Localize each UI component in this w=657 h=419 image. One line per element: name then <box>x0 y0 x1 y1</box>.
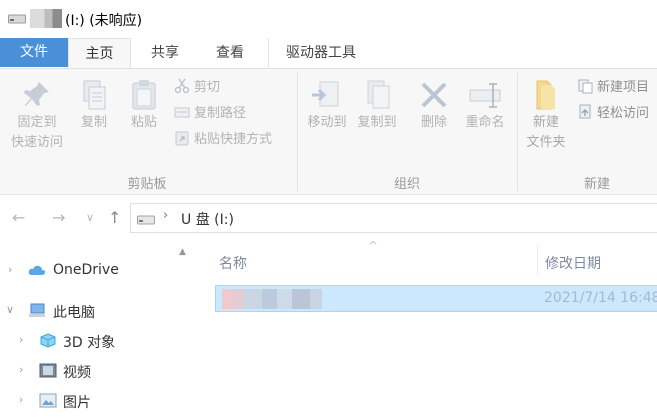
copy-path-label: 复制路径 <box>194 106 247 121</box>
easy-access-label: 轻松访问 <box>597 106 650 121</box>
redacted-file-name <box>222 289 322 309</box>
move-to-button[interactable]: 移动到 <box>302 79 352 133</box>
column-header-modified[interactable]: 修改日期 <box>545 253 601 273</box>
nav-item-3d-objects[interactable]: › 3D 对象 <box>0 327 176 355</box>
nav-item-label: 图片 <box>63 395 91 411</box>
pictures-icon <box>39 393 57 408</box>
new-group-label: 新建 <box>583 177 610 192</box>
ribbon-panel: 固定到 快速访问 复制 粘贴 剪切 复制路径 粘贴快捷方式 剪贴板 移动到 复制… <box>0 68 657 195</box>
videos-icon <box>39 363 57 378</box>
nav-item-this-pc[interactable]: ∨ 此电脑 <box>0 297 176 325</box>
nav-item-label: 视频 <box>63 365 91 381</box>
new-folder-label-1: 新建 <box>532 115 559 130</box>
file-list: ^ 名称 修改日期 2021/7/14 16:48 <box>194 239 657 419</box>
nav-item-label: 此电脑 <box>53 305 95 321</box>
redacted-title-prefix <box>30 9 62 28</box>
pin-label-1: 固定到 <box>17 115 57 130</box>
recent-locations-chevron-icon[interactable]: ∨ <box>86 211 94 224</box>
new-folder-label-2: 文件夹 <box>526 135 566 150</box>
move-to-icon <box>312 81 339 107</box>
pin-to-quick-access-button[interactable]: 固定到 快速访问 <box>4 79 70 153</box>
nav-item-label: 3D 对象 <box>63 335 116 351</box>
ribbon-separator <box>297 73 298 191</box>
pin-icon <box>24 82 49 106</box>
nav-item-videos[interactable]: › 视频 <box>0 357 176 385</box>
up-arrow-icon[interactable]: ↑ <box>108 208 121 227</box>
new-folder-button[interactable]: 新建 文件夹 <box>519 79 573 153</box>
window-title: (I:) (未响应) <box>65 13 143 29</box>
expand-chevron-icon[interactable]: › <box>19 333 23 346</box>
tab-view[interactable]: 查看 <box>200 38 260 68</box>
usb-drive-icon <box>8 14 26 24</box>
expand-chevron-icon[interactable]: › <box>19 363 23 376</box>
organize-group-label: 组织 <box>393 177 420 192</box>
forward-arrow-icon[interactable]: → <box>52 208 65 227</box>
pin-label-2: 快速访问 <box>10 135 63 150</box>
cut-button[interactable]: 剪切 <box>174 78 220 98</box>
title-bar: (I:) (未响应) <box>0 0 657 38</box>
collapse-chevron-icon[interactable]: ∨ <box>6 303 14 316</box>
rename-icon <box>469 83 501 108</box>
tab-home[interactable]: 主页 <box>68 38 131 69</box>
scissors-icon <box>174 78 190 94</box>
expand-chevron-icon[interactable]: › <box>19 393 23 406</box>
column-divider[interactable] <box>537 245 538 275</box>
move-to-label: 移动到 <box>307 115 347 130</box>
usb-drive-icon <box>137 215 155 225</box>
ribbon-separator <box>517 73 518 191</box>
table-row[interactable]: 2021/7/14 16:48 <box>215 285 657 312</box>
ribbon-tabs: 文件 主页 共享 查看 驱动器工具 <box>0 38 657 69</box>
new-item-label: 新建项目 <box>597 80 650 95</box>
paste-button[interactable]: 粘贴 <box>120 79 168 133</box>
new-item-icon <box>578 79 593 94</box>
breadcrumb-chevron-icon[interactable]: › <box>163 208 168 223</box>
file-modified-date: 2021/7/14 16:48 <box>544 290 657 306</box>
address-path: U 盘 (I:) <box>181 212 234 228</box>
copy-icon <box>83 80 106 110</box>
delete-label: 删除 <box>420 115 447 130</box>
scroll-up-arrow-icon[interactable]: ▲ <box>179 247 186 257</box>
rename-button[interactable]: 重命名 <box>458 79 512 133</box>
nav-item-pictures[interactable]: › 图片 <box>0 387 176 415</box>
copy-to-label: 复制到 <box>357 115 397 130</box>
navigation-bar: ← → ∨ ↑ › U 盘 (I:) <box>0 195 657 241</box>
copy-path-button[interactable]: 复制路径 <box>174 104 246 124</box>
new-item-button[interactable]: 新建项目 <box>577 78 649 98</box>
nav-item-onedrive[interactable]: › OneDrive <box>0 257 176 285</box>
onedrive-cloud-icon <box>28 265 46 275</box>
nav-pane-scrollbar[interactable]: ▲ <box>176 241 192 419</box>
new-folder-icon <box>536 80 555 110</box>
clipboard-group-label: 剪贴板 <box>127 177 167 192</box>
copy-to-icon <box>367 80 390 109</box>
copy-to-button[interactable]: 复制到 <box>352 79 402 133</box>
back-arrow-icon[interactable]: ← <box>12 208 25 227</box>
paste-shortcut-label: 粘贴快捷方式 <box>194 132 273 147</box>
tab-share[interactable]: 共享 <box>135 38 195 68</box>
tab-drive-tools[interactable]: 驱动器工具 <box>268 38 373 68</box>
easy-access-button[interactable]: 轻松访问 <box>577 104 649 124</box>
paste-shortcut-icon <box>175 131 189 146</box>
address-bar[interactable]: › U 盘 (I:) <box>130 203 657 233</box>
copy-path-icon <box>174 107 190 118</box>
copy-label: 复制 <box>80 115 107 130</box>
expand-chevron-icon[interactable]: › <box>8 263 12 276</box>
rename-label: 重命名 <box>465 115 505 130</box>
paste-icon <box>132 80 156 110</box>
nav-item-label: OneDrive <box>53 262 119 278</box>
navigation-pane: › OneDrive ∨ 此电脑 › 3D 对象 › 视频 › 图片 ▲ <box>0 241 194 419</box>
3d-objects-icon <box>40 333 56 348</box>
paste-shortcut-button[interactable]: 粘贴快捷方式 <box>174 130 272 150</box>
sort-indicator-icon: ^ <box>368 239 379 253</box>
this-pc-icon <box>29 303 45 317</box>
cut-label: 剪切 <box>194 80 221 95</box>
copy-button[interactable]: 复制 <box>72 79 116 133</box>
delete-x-icon <box>421 82 447 108</box>
delete-button[interactable]: 删除 <box>412 79 456 133</box>
paste-label: 粘贴 <box>130 115 157 130</box>
tab-file[interactable]: 文件 <box>0 38 68 67</box>
column-header-name[interactable]: 名称 <box>219 253 247 273</box>
easy-access-icon <box>579 104 591 119</box>
